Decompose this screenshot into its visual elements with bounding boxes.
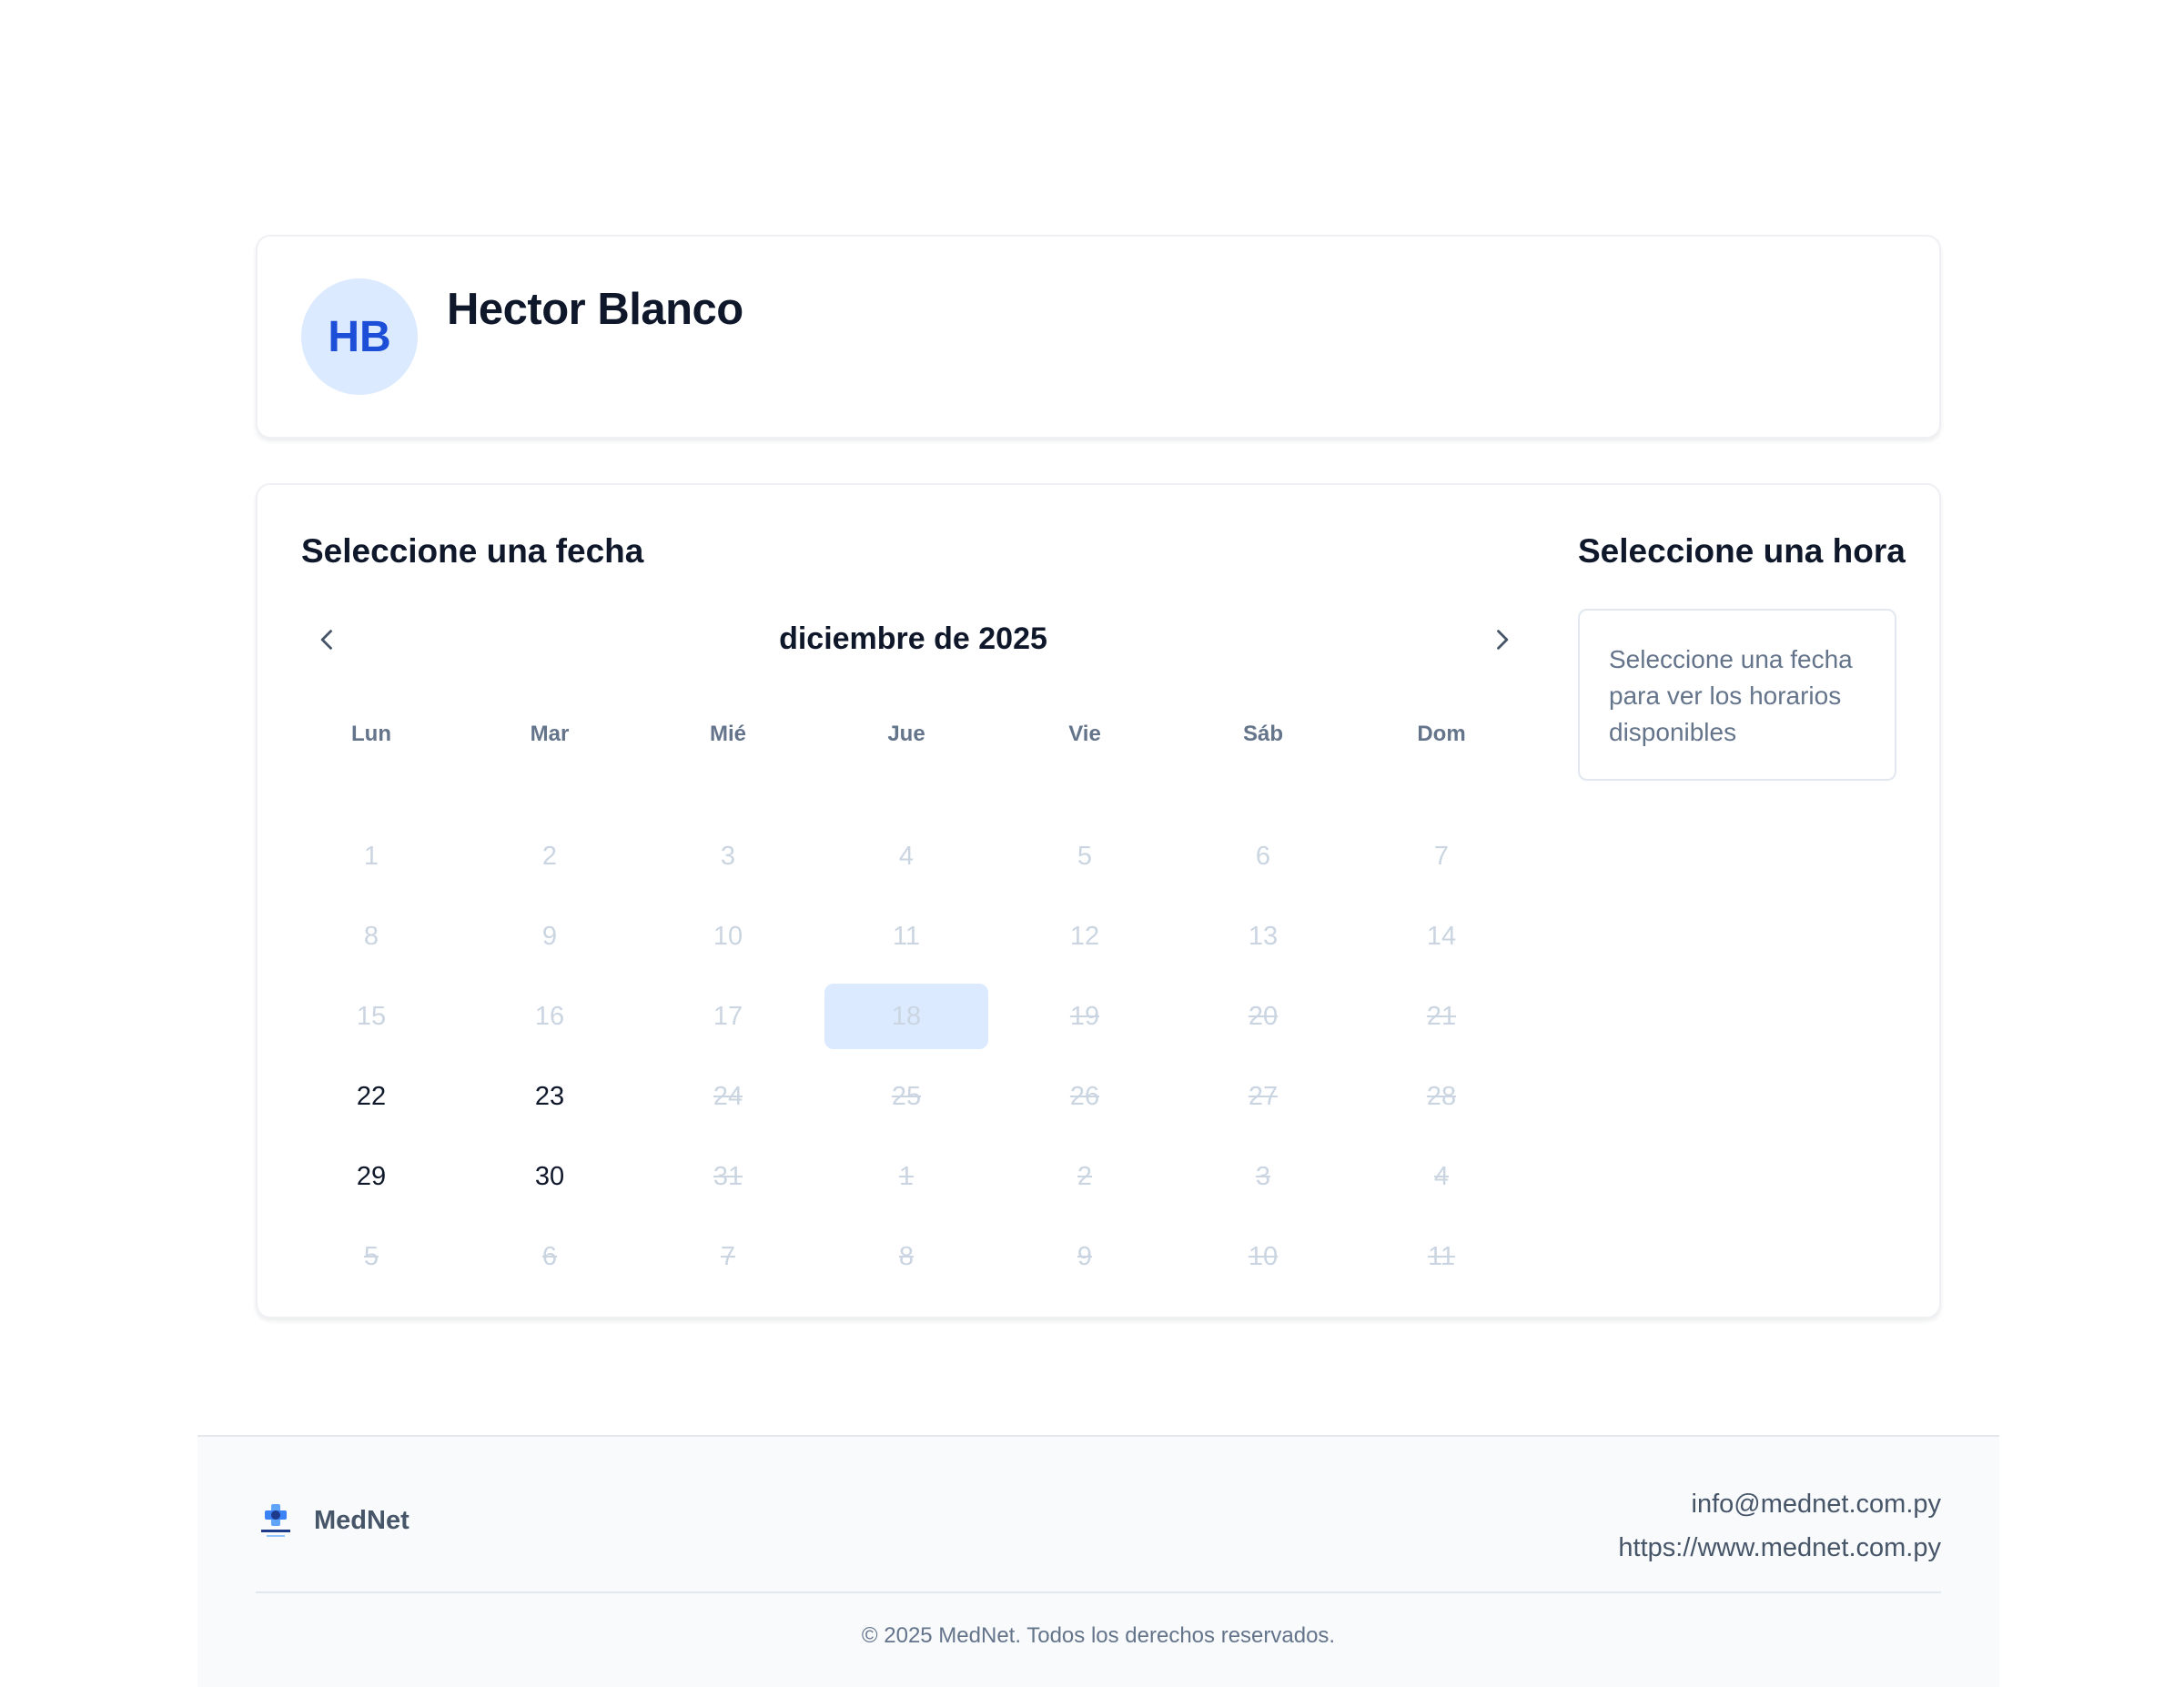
mednet-logo-icon bbox=[261, 1504, 290, 1537]
chevron-right-icon bbox=[1497, 630, 1509, 650]
calendar-day-today: 18 bbox=[824, 984, 988, 1049]
weekday-header: Lun bbox=[351, 722, 391, 746]
calendar-day: 19 bbox=[1069, 1001, 1100, 1031]
month-label: diciembre de 2025 bbox=[779, 621, 1047, 656]
calendar-day[interactable]: 23 bbox=[468, 1064, 632, 1129]
calendar-day: 5 bbox=[1077, 841, 1093, 871]
calendar-day: 20 bbox=[1248, 1001, 1279, 1031]
calendar-day: 31 bbox=[713, 1161, 743, 1191]
time-section-title: Seleccione una hora bbox=[1578, 532, 1906, 570]
calendar-day: 26 bbox=[1069, 1081, 1100, 1111]
calendar-day: 1 bbox=[363, 841, 379, 871]
calendar-day: 4 bbox=[1433, 1161, 1450, 1191]
calendar-day: 4 bbox=[898, 841, 915, 871]
doctor-profile-card: HB Hector Blanco bbox=[256, 235, 1941, 439]
calendar-day: 8 bbox=[363, 921, 379, 951]
calendar-day: 3 bbox=[720, 841, 736, 871]
calendar-day: 17 bbox=[713, 1001, 743, 1031]
calendar-day: 14 bbox=[1426, 921, 1457, 951]
footer-website-link[interactable]: https://www.mednet.com.py bbox=[1618, 1526, 1941, 1570]
date-section-title: Seleccione una fecha bbox=[301, 532, 644, 570]
calendar-day: 11 bbox=[1427, 1241, 1456, 1271]
calendar-day: 16 bbox=[534, 1001, 565, 1031]
calendar-day: 7 bbox=[1433, 841, 1450, 871]
calendar-day: 9 bbox=[1077, 1241, 1093, 1271]
calendar-day: 7 bbox=[720, 1241, 736, 1271]
booking-card: Seleccione una fecha Seleccione una hora… bbox=[256, 483, 1941, 1318]
next-month-button[interactable] bbox=[1476, 614, 1527, 665]
calendar-day[interactable]: 30 bbox=[468, 1144, 632, 1209]
calendar-day: 15 bbox=[356, 1001, 387, 1031]
calendar-day: 9 bbox=[541, 921, 558, 951]
calendar-day: 6 bbox=[1255, 841, 1271, 871]
footer-email-link[interactable]: info@mednet.com.py bbox=[1618, 1482, 1941, 1526]
calendar-day: 8 bbox=[898, 1241, 915, 1271]
calendar-day: 3 bbox=[1255, 1161, 1271, 1191]
weekday-header: Jue bbox=[887, 722, 925, 746]
calendar-day: 21 bbox=[1426, 1001, 1457, 1031]
weekday-header: Dom bbox=[1417, 722, 1466, 746]
calendar-day[interactable]: 22 bbox=[289, 1064, 453, 1129]
calendar-day: 6 bbox=[541, 1241, 558, 1271]
weekday-header: Mié bbox=[709, 722, 746, 746]
calendar-day[interactable]: 29 bbox=[289, 1144, 453, 1209]
calendar-day: 27 bbox=[1248, 1081, 1279, 1111]
calendar-day: 10 bbox=[1248, 1241, 1279, 1271]
calendar-day: 28 bbox=[1426, 1081, 1457, 1111]
time-slots-placeholder: Seleccione una fecha para ver los horari… bbox=[1578, 609, 1896, 781]
calendar-day: 10 bbox=[713, 921, 743, 951]
copyright-text: © 2025 MedNet. Todos los derechos reserv… bbox=[861, 1623, 1336, 1648]
weekday-header: Vie bbox=[1068, 722, 1101, 746]
footer-contact: info@mednet.com.py https://www.mednet.co… bbox=[1618, 1482, 1941, 1570]
calendar-day: 13 bbox=[1248, 921, 1279, 951]
footer-brand-name: MedNet bbox=[314, 1505, 410, 1535]
calendar-day: 5 bbox=[363, 1241, 379, 1271]
footer-brand[interactable]: MedNet bbox=[258, 1500, 410, 1541]
weekday-header: Mar bbox=[530, 722, 570, 746]
calendar-day: 1 bbox=[898, 1161, 915, 1191]
avatar: HB bbox=[301, 278, 418, 395]
calendar-day: 12 bbox=[1069, 921, 1100, 951]
calendar-day: 2 bbox=[541, 841, 558, 871]
doctor-name: Hector Blanco bbox=[447, 285, 743, 334]
calendar-day: 24 bbox=[713, 1081, 743, 1111]
footer: MedNet info@mednet.com.py https://www.me… bbox=[197, 1435, 1999, 1687]
calendar-day: 11 bbox=[892, 921, 921, 951]
weekday-header: Sáb bbox=[1242, 722, 1283, 746]
footer-divider bbox=[256, 1591, 1941, 1593]
calendar-day: 25 bbox=[891, 1081, 922, 1111]
calendar-day: 2 bbox=[1077, 1161, 1093, 1191]
